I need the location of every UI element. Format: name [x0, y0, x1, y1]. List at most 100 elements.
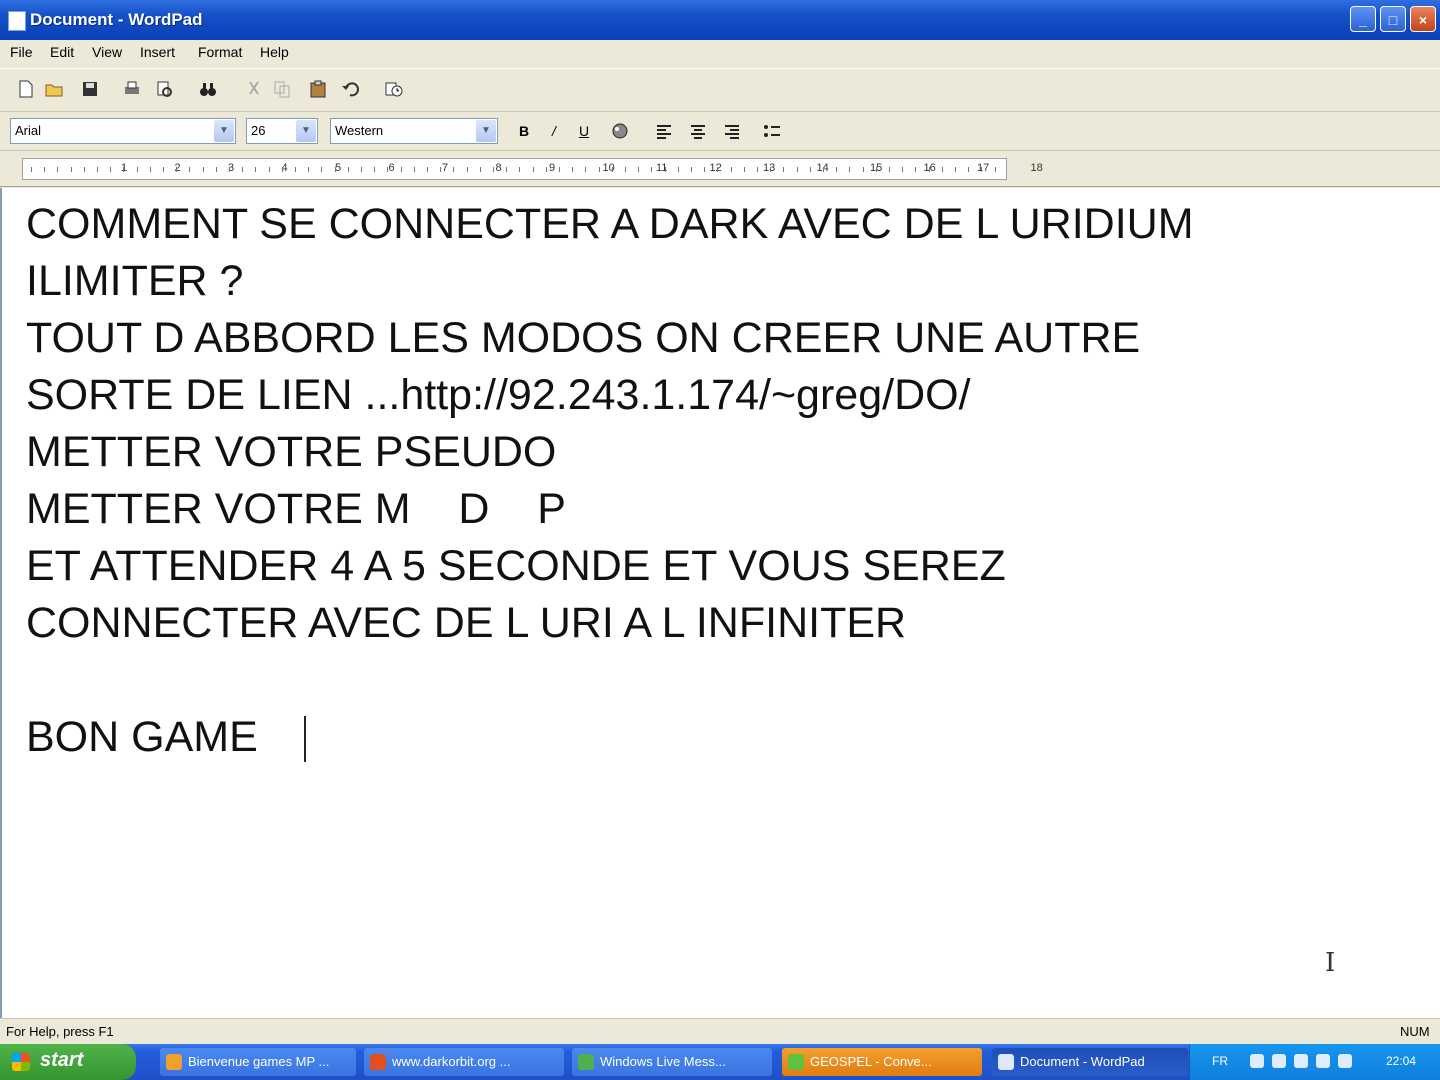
ruler-tick: [611, 167, 613, 172]
ruler-tick: [717, 167, 719, 172]
ruler-tick: [585, 167, 587, 172]
menu-format[interactable]: Format: [198, 44, 242, 60]
taskbar-item[interactable]: Bienvenue games MP ...: [160, 1048, 356, 1076]
copy-icon[interactable]: [272, 79, 292, 99]
wordpad-icon: [8, 11, 26, 31]
ruler-number: 17: [977, 162, 990, 174]
find-binoculars-icon[interactable]: [198, 79, 218, 99]
taskbar-item-active[interactable]: Document - WordPad: [992, 1048, 1188, 1076]
italic-icon[interactable]: /: [544, 121, 564, 141]
start-label: start: [40, 1049, 84, 1071]
ruler-tick: [83, 167, 85, 172]
ruler-number: 10: [602, 162, 615, 174]
open-folder-icon[interactable]: [44, 79, 64, 99]
align-left-icon[interactable]: [654, 121, 674, 141]
standard-toolbar: [0, 68, 1440, 112]
title-bar[interactable]: Document - WordPad _ □ ×: [0, 0, 1440, 40]
align-right-icon[interactable]: [722, 121, 742, 141]
wordpad-icon: [998, 1054, 1014, 1070]
font-size-value: 26: [251, 123, 266, 138]
ruler-tick: [57, 167, 59, 172]
chevron-down-icon[interactable]: ▼: [296, 120, 316, 142]
menu-help[interactable]: Help: [260, 44, 289, 60]
align-center-icon[interactable]: [688, 121, 708, 141]
document-line[interactable]: ILIMITER ?: [26, 257, 243, 305]
ibeam-cursor-icon: I: [1325, 948, 1336, 978]
network-icon[interactable]: [1250, 1054, 1264, 1068]
bullets-icon[interactable]: [762, 121, 782, 141]
ruler-tick: [928, 167, 930, 172]
print-preview-icon[interactable]: [154, 79, 174, 99]
save-disk-icon[interactable]: [80, 79, 100, 99]
ruler-tick: [493, 167, 494, 172]
menu-insert[interactable]: Insert: [140, 44, 175, 60]
insert-date-time-icon[interactable]: [384, 79, 404, 99]
ruler-tick: [110, 167, 112, 172]
new-document-icon[interactable]: [16, 79, 36, 99]
paste-clipboard-icon[interactable]: [308, 79, 328, 99]
language-indicator[interactable]: FR: [1212, 1054, 1228, 1068]
chevron-down-icon[interactable]: ▼: [214, 120, 234, 142]
ruler-tick: [281, 167, 283, 172]
security-icon[interactable]: [1316, 1054, 1330, 1068]
ruler-tick: [136, 167, 138, 172]
script-select[interactable]: Western ▼: [330, 118, 498, 144]
print-icon[interactable]: [122, 79, 142, 99]
start-button[interactable]: start: [0, 1044, 136, 1080]
messenger-tray-icon[interactable]: [1272, 1054, 1286, 1068]
document-line[interactable]: SORTE DE LIEN ...http://92.243.1.174/~gr…: [26, 371, 971, 419]
document-line[interactable]: METTER VOTRE PSEUDO: [26, 428, 556, 476]
close-button[interactable]: ×: [1410, 6, 1436, 32]
font-name-select[interactable]: Arial ▼: [10, 118, 236, 144]
ruler-tick: [466, 167, 468, 172]
document-line[interactable]: METTER VOTRE M D P: [26, 485, 566, 533]
document-line[interactable]: COMMENT SE CONNECTER A DARK AVEC DE L UR…: [26, 200, 1194, 248]
volume-icon[interactable]: [1294, 1054, 1308, 1068]
ruler-tick: [809, 167, 811, 172]
ruler-tick: [506, 167, 508, 172]
font-size-select[interactable]: 26 ▼: [246, 118, 318, 144]
chevron-down-icon[interactable]: ▼: [476, 120, 496, 142]
ruler-tick: [242, 167, 244, 172]
document-line[interactable]: TOUT D ABBORD LES MODOS ON CREER UNE AUT…: [26, 314, 1140, 362]
ruler-tick: [400, 167, 402, 172]
document-line[interactable]: CONNECTER AVEC DE L URI A L INFINITER: [26, 599, 906, 647]
menu-file[interactable]: File: [10, 44, 33, 60]
taskbar-item[interactable]: Windows Live Mess...: [572, 1048, 772, 1076]
ruler-tick: [149, 167, 151, 172]
minimize-button[interactable]: _: [1350, 6, 1376, 32]
menu-bar: File Edit View Insert Format Help: [0, 40, 1440, 66]
window-title: Document - WordPad: [30, 10, 203, 29]
ruler-tick: [31, 167, 32, 172]
ruler-tick: [163, 167, 164, 172]
ruler[interactable]: 123456789101112131415161718: [0, 152, 1440, 187]
ruler-tick: [215, 167, 217, 172]
ruler-number: 18: [1030, 162, 1043, 174]
ruler-tick: [268, 167, 270, 172]
bold-icon[interactable]: B: [514, 121, 534, 141]
taskbar-item[interactable]: www.darkorbit.org ...: [364, 1048, 564, 1076]
ruler-strip[interactable]: 123456789101112131415161718: [22, 158, 1043, 180]
menu-edit[interactable]: Edit: [50, 44, 74, 60]
ruler-tick: [757, 167, 758, 172]
taskbar-item[interactable]: GEOSPEL - Conve...: [782, 1048, 982, 1076]
ruler-tick: [691, 167, 692, 172]
document-line[interactable]: ET ATTENDER 4 A 5 SECONDE ET VOUS SEREZ: [26, 542, 1006, 590]
text-caret: [304, 716, 306, 762]
ruler-tick: [374, 167, 376, 172]
menu-view[interactable]: View: [92, 44, 122, 60]
ruler-number: 13: [763, 162, 776, 174]
ruler-tick: [770, 167, 772, 172]
ruler-tick: [255, 167, 257, 172]
font-color-palette-icon[interactable]: [610, 121, 630, 141]
ruler-tick: [321, 167, 323, 172]
document-line[interactable]: BON GAME: [26, 713, 258, 761]
maximize-button[interactable]: □: [1380, 6, 1406, 32]
media-icon[interactable]: [1338, 1054, 1352, 1068]
cut-scissors-icon[interactable]: [244, 79, 264, 99]
underline-icon[interactable]: U: [574, 121, 594, 141]
ruler-number: 11: [656, 162, 668, 174]
ruler-number: 16: [923, 162, 936, 174]
undo-icon[interactable]: [340, 79, 360, 99]
document-area[interactable]: COMMENT SE CONNECTER A DARK AVEC DE L UR…: [0, 188, 1440, 1018]
